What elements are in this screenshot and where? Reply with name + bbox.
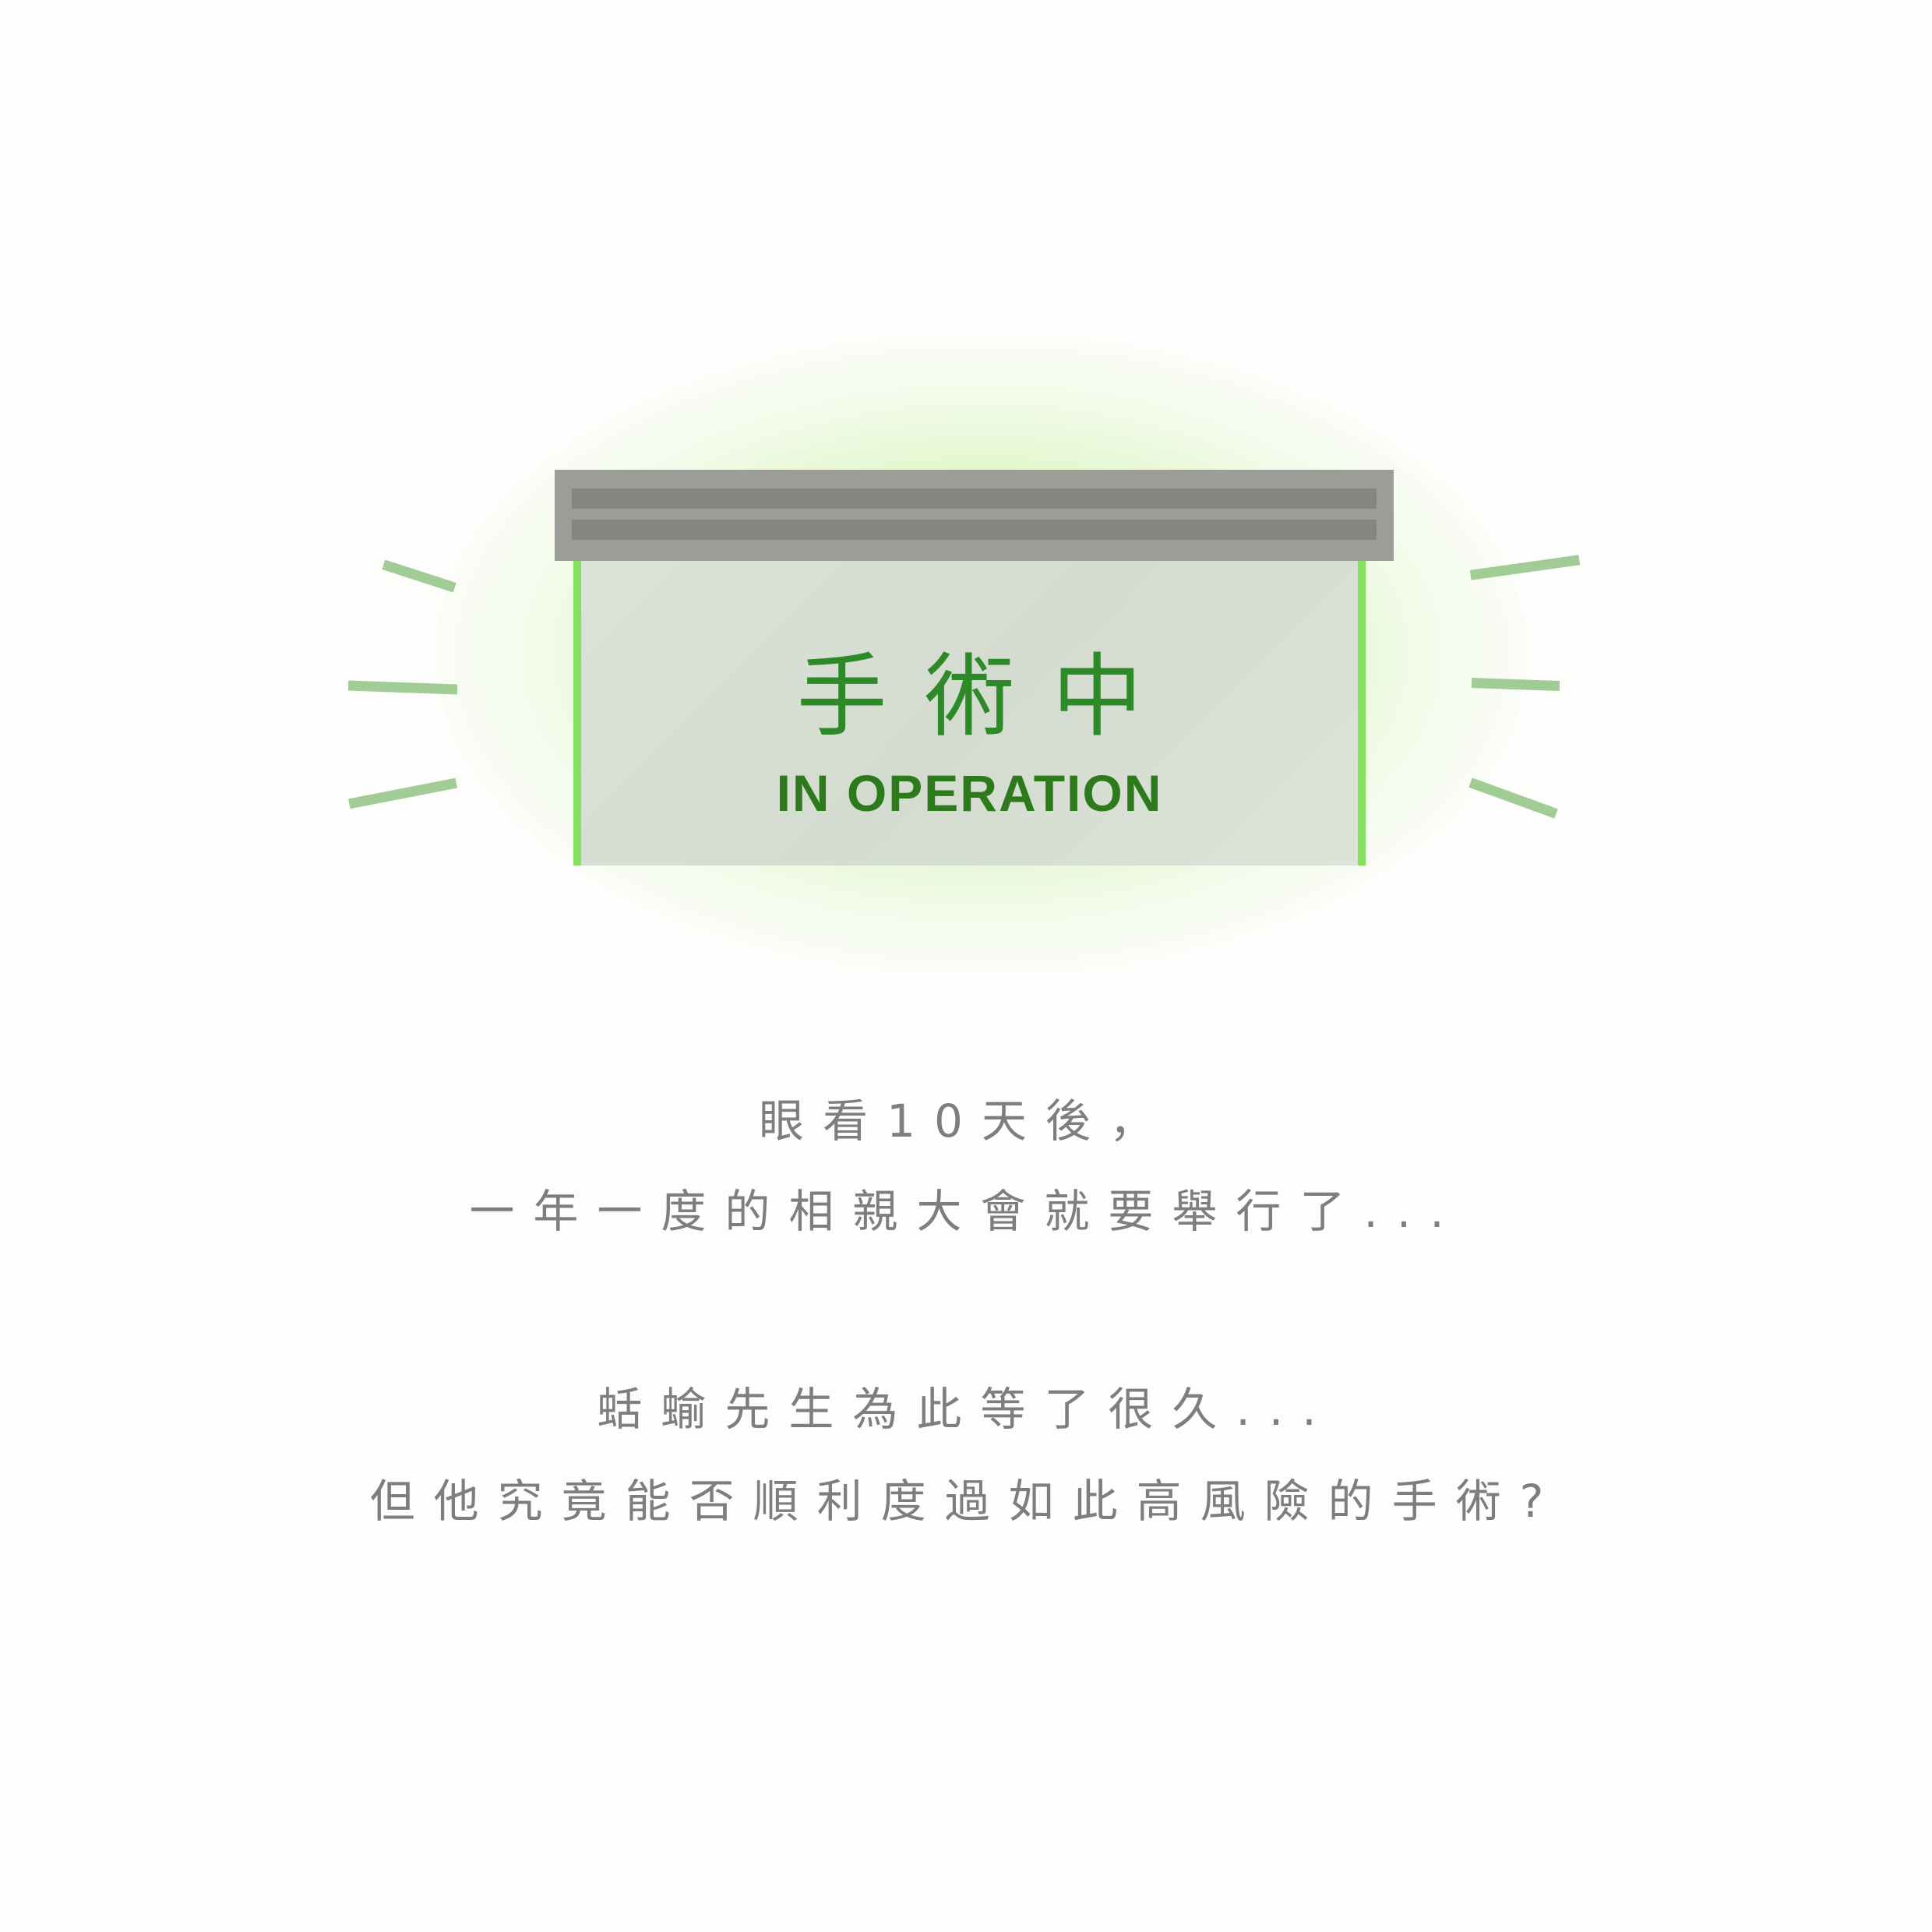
sign-housing: [555, 470, 1394, 561]
light-ray-right-bottom: [1468, 777, 1558, 819]
light-ray-left-bottom: [348, 777, 457, 809]
caption-line-4: 但他究竟能否順利度過如此高風險的手術?: [369, 1475, 1563, 1528]
caption-line-1: 眼看10天後，: [759, 1095, 1173, 1148]
sign-chinese-label: 手術中: [796, 644, 1180, 749]
sign-panel: 手術中 IN OPERATION: [573, 561, 1366, 866]
caption-line-2: 一年一度的相親大會就要舉行了...: [469, 1185, 1463, 1238]
caption-line-3: 蛞蝓先生為此等了很久...: [597, 1383, 1335, 1436]
operation-sign: 手術中 IN OPERATION: [555, 470, 1394, 866]
sign-english-label: IN OPERATION: [776, 764, 1163, 822]
sign-housing-stripe: [572, 488, 1377, 509]
light-ray-left-top: [382, 559, 457, 593]
sign-housing-stripe: [572, 520, 1377, 540]
